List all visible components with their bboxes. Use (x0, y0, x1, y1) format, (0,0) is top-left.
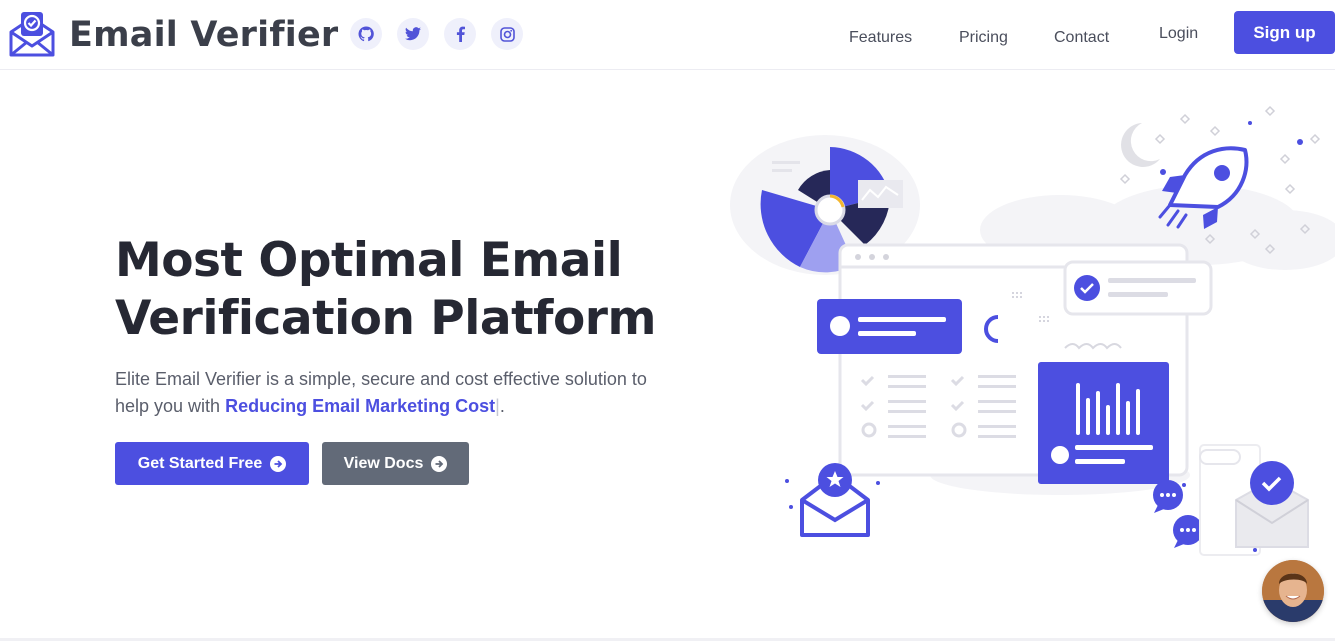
person-avatar-icon (1262, 560, 1324, 622)
signup-button[interactable]: Sign up (1234, 11, 1335, 54)
brand-name: Email Verifier (69, 14, 339, 55)
hero-desc-highlight: Reducing Email Marketing Cost (225, 396, 496, 416)
verified-envelope-icon (1199, 444, 1309, 556)
support-avatar[interactable] (1262, 560, 1324, 622)
moon-icon (1121, 123, 1160, 167)
hero-description: Elite Email Verifier is a simple, secure… (115, 366, 675, 420)
social-links (350, 18, 523, 50)
arrow-right-circle-icon (431, 455, 448, 472)
hero-title-line2: Verification Platform (115, 291, 656, 346)
get-started-button[interactable]: Get Started Free (115, 442, 309, 485)
github-link[interactable] (350, 18, 382, 50)
bar-chart-card (1038, 362, 1169, 484)
site-header: Email Verifier Features Pricing Contact … (0, 0, 1335, 70)
hero-desc-end: . (499, 396, 505, 416)
instagram-icon (499, 26, 515, 42)
github-icon (358, 26, 374, 42)
hero-illustration (730, 105, 1335, 556)
mail-check-icon (9, 12, 55, 57)
verified-card (1063, 260, 1213, 316)
hero-title-line1: Most Optimal Email (115, 233, 623, 288)
get-started-label: Get Started Free (137, 454, 263, 472)
instagram-link[interactable] (491, 18, 523, 50)
facebook-icon (456, 26, 465, 42)
hero-title: Most Optimal Email Verification Platform (115, 232, 675, 348)
twitter-icon (405, 27, 421, 41)
view-docs-button[interactable]: View Docs (322, 442, 469, 485)
nav-login[interactable]: Login (1159, 25, 1198, 43)
chat-bubbles (1153, 480, 1203, 548)
facebook-link[interactable] (444, 18, 476, 50)
nav-contact[interactable]: Contact (1054, 29, 1109, 47)
arrow-right-circle-icon (270, 455, 287, 472)
twitter-link[interactable] (397, 18, 429, 50)
nav-features[interactable]: Features (849, 29, 912, 47)
brand-logo[interactable]: Email Verifier (9, 12, 338, 57)
view-docs-label: View Docs (343, 454, 424, 472)
nav-pricing[interactable]: Pricing (959, 29, 1008, 47)
